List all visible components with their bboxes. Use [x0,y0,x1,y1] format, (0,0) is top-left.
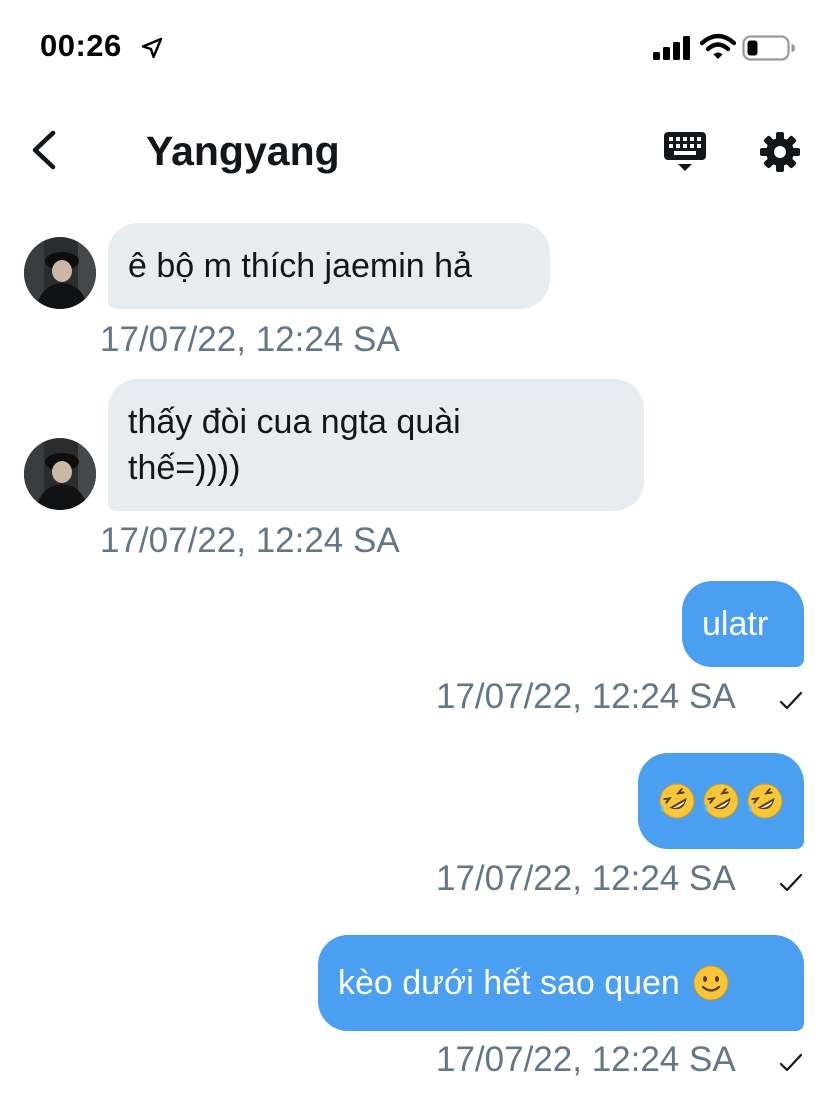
message-text-line: thấy đòi cua ngta quài [128,403,461,441]
cellular-signal-icon [653,36,690,60]
message-bubble[interactable]: ulatr [682,581,804,667]
message-timestamp: 17/07/22, 12:24 SA [436,677,736,716]
message-bubble[interactable] [638,753,804,849]
conversation-title[interactable]: Yangyang [146,128,340,175]
message-text: kèo dưới hết sao quen [338,964,680,1002]
message-timestamp: 17/07/22, 12:24 SA [436,859,736,898]
rolling-on-floor-laughing-icon [703,783,739,819]
checkmark-icon [779,691,803,710]
message-bubble[interactable]: thấy đòi cua ngta quài thế=)))) [108,379,644,511]
rolling-on-floor-laughing-icon [747,783,783,819]
message-timestamp: 17/07/22, 12:24 SA [436,1040,736,1079]
battery-icon [742,35,795,61]
rolling-on-floor-laughing-icon [659,783,695,819]
message-timestamp: 17/07/22, 12:24 SA [100,320,400,359]
contact-avatar[interactable] [24,438,96,510]
contact-avatar[interactable] [24,237,96,309]
message-text: ulatr [702,605,769,643]
checkmark-icon [779,1053,803,1072]
back-button[interactable] [26,128,66,172]
conversation-header: Yangyang [0,96,828,206]
message-bubble[interactable]: ê bộ m thích jaemin hả [108,223,550,309]
gear-icon [760,132,800,172]
status-time: 00:26 [40,28,122,63]
wifi-icon [700,33,736,59]
message-timestamp: 17/07/22, 12:24 SA [100,521,400,560]
keyboard-button[interactable] [662,130,708,174]
checkmark-icon [779,873,803,892]
slightly-smiling-face-icon [693,965,729,1001]
message-text: ê bộ m thích jaemin hả [128,247,472,285]
chevron-left-icon [32,130,56,170]
settings-button[interactable] [758,130,802,174]
message-text-line: thế=)))) [128,449,241,487]
location-arrow-icon [141,37,163,59]
keyboard-icon [664,132,706,171]
status-bar: 00:26 [0,0,828,96]
message-bubble[interactable]: kèo dưới hết sao quen [318,935,804,1031]
